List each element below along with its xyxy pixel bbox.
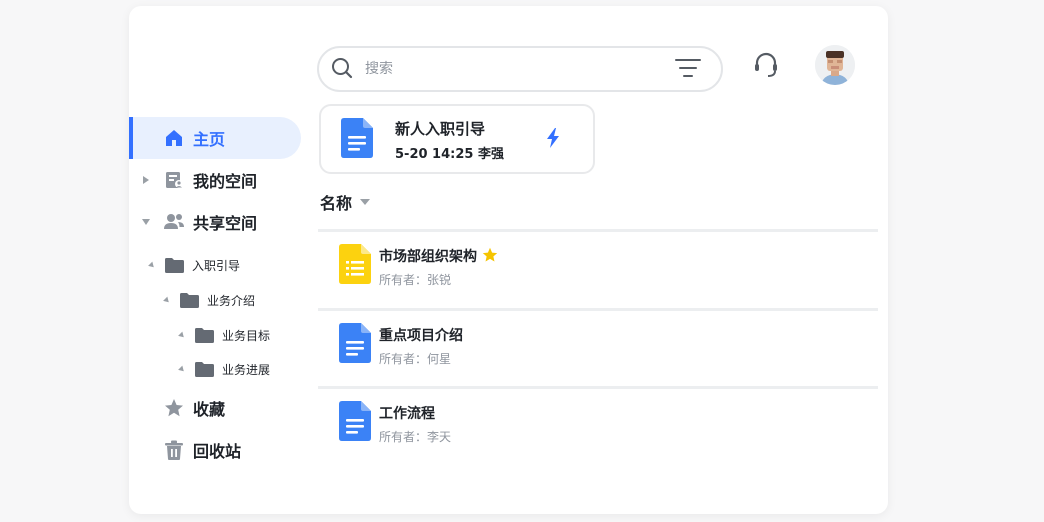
tree-item-business-intro[interactable]: 业务介绍 [163, 285, 256, 315]
headset-support-icon[interactable] [751, 50, 781, 80]
tree-item-business-progress[interactable]: 业务进展 [178, 354, 271, 384]
sidebar-item-my-space[interactable]: 我的空间 [129, 159, 301, 201]
doc-icon [341, 118, 373, 158]
sidebar-item-shared-space[interactable]: 共享空间 [129, 201, 301, 243]
sidebar-item-label: 收藏 [193, 400, 226, 419]
avatar-image [815, 45, 855, 85]
sidebar-item-label: 共享空间 [193, 214, 258, 233]
filter-icon[interactable] [675, 57, 701, 79]
recent-doc-title: 新人入职引导 [395, 120, 486, 138]
my-space-icon [163, 169, 185, 191]
search-bar[interactable]: 搜索 [317, 46, 723, 92]
file-owner: 所有者：李天 [379, 430, 452, 444]
sidebar-item-label: 我的空间 [193, 172, 258, 191]
tree-item-label: 业务目标 [222, 328, 271, 343]
search-placeholder: 搜索 [365, 61, 393, 77]
tree-item-label: 入职引导 [192, 258, 241, 273]
tree-item-onboarding[interactable]: 入职引导 [148, 250, 241, 280]
file-row[interactable]: 工作流程 所有者：李天 [318, 389, 878, 463]
sidebar-item-favorites[interactable]: 收藏 [129, 387, 301, 429]
tree-item-label: 业务进展 [222, 362, 271, 377]
tree-caret-icon[interactable] [148, 261, 156, 269]
sidebar-item-trash[interactable]: 回收站 [129, 429, 301, 471]
folder-icon [195, 361, 214, 377]
lightning-icon[interactable] [545, 128, 561, 148]
sort-by-name-button[interactable]: 名称 [320, 190, 371, 214]
folder-icon [180, 292, 199, 308]
expand-caret-icon[interactable] [143, 176, 149, 184]
search-icon [332, 58, 353, 79]
file-row[interactable]: 市场部组织架构 所有者：张锐 [318, 232, 878, 306]
recent-doc-card[interactable]: 新人入职引导 5-20 14:25 李强 [319, 104, 595, 174]
starred-icon[interactable] [482, 247, 498, 263]
user-avatar[interactable] [815, 45, 855, 85]
star-icon [163, 397, 185, 419]
tree-item-business-goals[interactable]: 业务目标 [178, 320, 271, 350]
sort-dropdown-icon [360, 199, 371, 205]
trash-icon [163, 439, 185, 461]
shared-users-icon [163, 211, 185, 233]
sort-label: 名称 [320, 194, 353, 213]
file-owner: 所有者：何星 [379, 352, 452, 366]
sidebar-item-label: 主页 [193, 130, 226, 149]
collapse-caret-icon[interactable] [142, 219, 150, 225]
folder-icon [195, 327, 214, 343]
home-icon [163, 127, 185, 149]
tree-item-label: 业务介绍 [207, 293, 256, 308]
recent-doc-meta: 5-20 14:25 李强 [395, 147, 504, 162]
file-row[interactable]: 重点项目介绍 所有者：何星 [318, 311, 878, 385]
file-owner: 所有者：张锐 [379, 273, 452, 287]
file-name: 重点项目介绍 [379, 328, 463, 344]
doc-icon [339, 401, 371, 441]
app-window: 搜索 主页 我的空间 共享空间 入职引导 业务介绍 业务目标 业务进展 收藏 回… [129, 6, 888, 514]
file-name: 工作流程 [379, 406, 435, 422]
sidebar-item-label: 回收站 [193, 442, 242, 461]
tree-caret-icon[interactable] [178, 365, 186, 373]
file-name: 市场部组织架构 [379, 246, 498, 266]
file-name-text: 市场部组织架构 [379, 249, 477, 265]
tree-caret-icon[interactable] [178, 331, 186, 339]
folder-icon [165, 257, 184, 273]
tree-caret-icon[interactable] [163, 296, 171, 304]
sidebar-item-home[interactable]: 主页 [129, 117, 301, 159]
sheet-icon [339, 244, 371, 284]
doc-icon [339, 323, 371, 363]
